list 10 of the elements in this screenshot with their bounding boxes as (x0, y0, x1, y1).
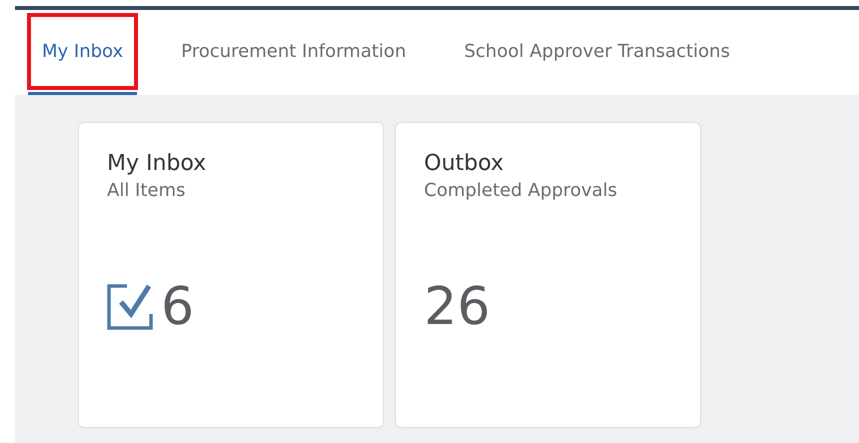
tile[interactable]: Outbox Completed Approvals 26 (396, 123, 700, 427)
tile-title: My Inbox (107, 151, 208, 176)
tile-subtitle: All Items (107, 180, 186, 201)
tile-subtitle: Completed Approvals (424, 180, 618, 201)
tile-count: 26 (424, 281, 490, 333)
tile[interactable]: My Inbox All Items 6 (79, 123, 383, 427)
tab[interactable]: School Approver Transactions (450, 10, 744, 95)
tile-title: Outbox (424, 151, 505, 176)
tab[interactable]: Procurement Information (167, 10, 420, 95)
tile-count: 6 (161, 281, 194, 333)
